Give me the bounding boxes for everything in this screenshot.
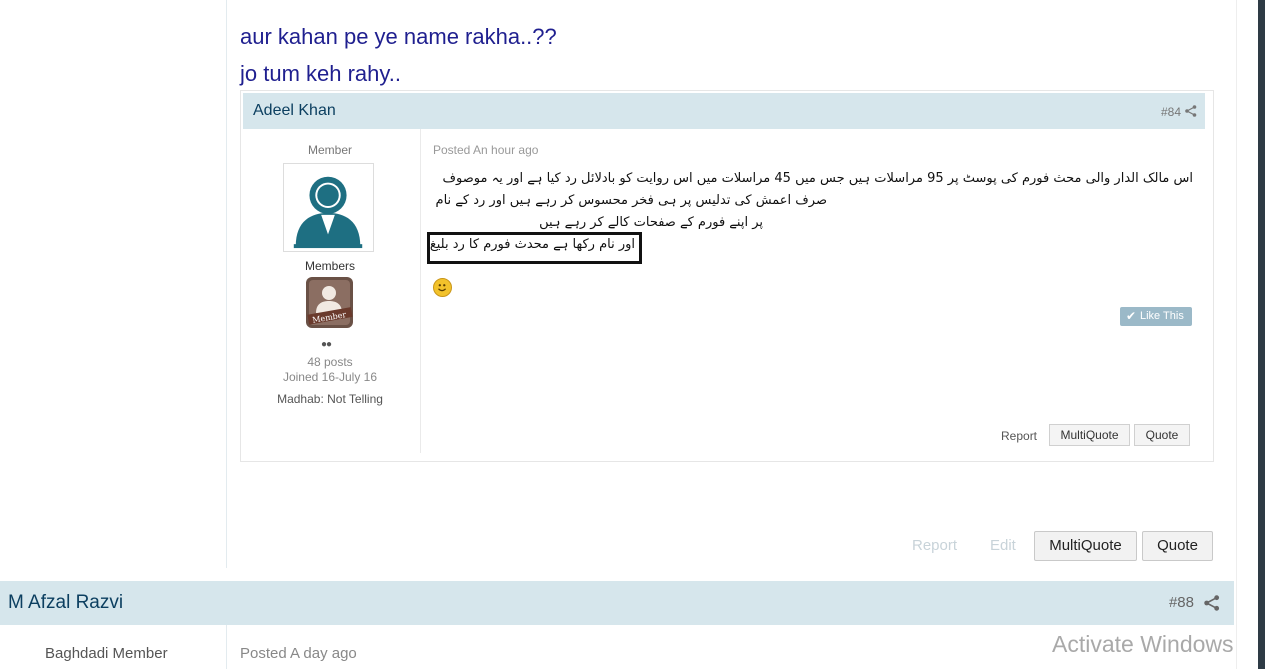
forum-page: aur kahan pe ye name rakha..?? jo tum ke…	[0, 0, 1265, 669]
embedded-post-header: Adeel Khan #84	[243, 93, 1205, 129]
embedded-multiquote-button: MultiQuote	[1049, 424, 1130, 446]
post-number[interactable]: #88	[1169, 594, 1194, 611]
embedded-author-name: Adeel Khan	[253, 102, 336, 119]
embedded-member-title: Member	[307, 143, 352, 157]
embedded-report-link: Report	[1001, 429, 1038, 443]
scrollbar[interactable]	[1236, 0, 1258, 669]
embedded-post-number: #84	[1160, 105, 1181, 119]
edit-link[interactable]: Edit	[990, 537, 1016, 554]
urdu-text-line: اس مالک الدار والی محث فورم کی پوسٹ پر 9…	[442, 171, 1193, 186]
multiquote-button[interactable]: MultiQuote	[1034, 531, 1137, 561]
like-label: Like This	[1140, 310, 1184, 322]
post-header: M Afzal Razvi #88	[0, 581, 1234, 625]
like-button: ✔ Like This	[1120, 307, 1192, 326]
posted-time: Posted A day ago	[240, 645, 357, 662]
message-line: aur kahan pe ye name rakha..??	[240, 24, 557, 49]
quote-button[interactable]: Quote	[1142, 531, 1213, 561]
embedded-posted-time: Posted An hour ago	[433, 143, 539, 157]
member-title: Baghdadi Member	[45, 645, 168, 662]
urdu-text-line: اور نام رکھا ہے محدث فورم کا رد بلیغ	[429, 237, 635, 252]
embedded-quote-button: Quote	[1134, 424, 1190, 446]
window-edge	[1258, 0, 1265, 669]
urdu-text-line: پر اپنے فورم کے صفحات کالے کر رہے ہیں	[539, 215, 763, 230]
embedded-joined-date: Joined 16-July 16	[282, 370, 378, 384]
embedded-author-column: Member Members Member ●● 48 posts Joined…	[243, 129, 421, 453]
checkmark-icon: ✔	[1126, 309, 1137, 323]
user-silhouette-icon	[293, 176, 363, 249]
smiley-icon	[433, 278, 452, 297]
rating-dots: ●●	[321, 339, 332, 350]
urdu-text-line: صرف اعمش کی تدلیس پر ہی فخر محسوس کر رہے…	[435, 193, 827, 208]
embedded-post-count: 48 posts	[307, 355, 353, 369]
author-name[interactable]: M Afzal Razvi	[8, 592, 123, 614]
embedded-madhab: Madhab: Not Telling	[277, 392, 383, 406]
post-author-column	[0, 0, 227, 568]
embedded-screenshot: Adeel Khan #84 Member Members Member ●● …	[240, 90, 1214, 462]
share-icon[interactable]	[1204, 595, 1220, 611]
share-icon	[1185, 105, 1197, 117]
post-message: aur kahan pe ye name rakha..?? jo tum ke…	[240, 18, 557, 92]
report-link[interactable]: Report	[912, 537, 957, 554]
member-badge-icon: Member	[306, 277, 353, 328]
avatar	[283, 163, 374, 252]
message-line: jo tum keh rahy..	[240, 61, 401, 86]
embedded-group-name: Members	[304, 259, 355, 273]
activate-windows-watermark: Activate Windows	[1052, 631, 1234, 657]
